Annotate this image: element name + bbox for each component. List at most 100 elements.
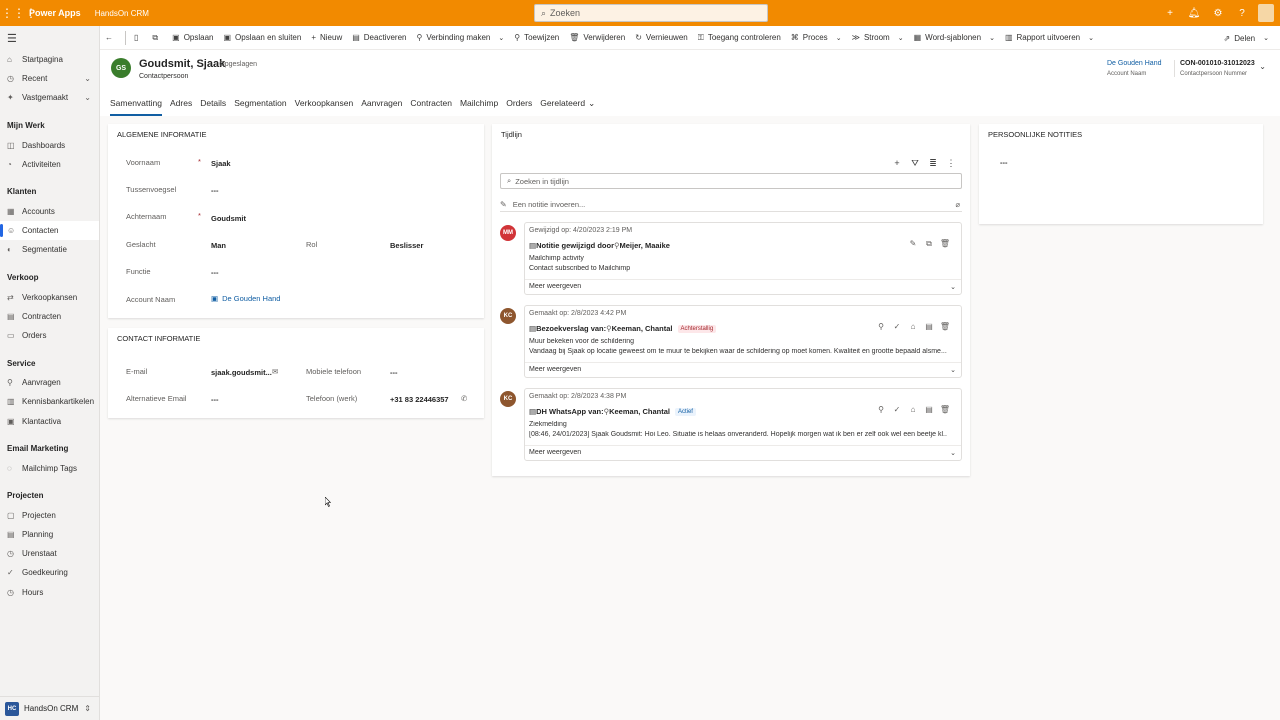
- header-account-value[interactable]: De Gouden Hand: [1107, 60, 1161, 67]
- toegang-controleren-button[interactable]: ⚿ Toegang controleren: [693, 26, 786, 50]
- sidebar-item-recent[interactable]: ◷ Recent ⌄: [0, 69, 99, 88]
- verwijderen-button[interactable]: 🗑︎ Verwijderen: [564, 26, 630, 50]
- show-more-link[interactable]: Meer weergeven ⌄: [525, 279, 961, 293]
- app-name[interactable]: HandsOn CRM: [95, 9, 149, 18]
- sidebar-item-urenstaat[interactable]: ◷ Urenstaat: [0, 544, 99, 563]
- open-record-icon[interactable]: ▤: [921, 405, 937, 414]
- word-sjablonen-button[interactable]: ▦ Word-sjablonen ⌄: [909, 26, 1000, 50]
- entry-person[interactable]: Meijer, Maaike: [620, 241, 670, 250]
- help-icon[interactable]: ?: [1230, 8, 1254, 19]
- app-switcher[interactable]: HC HandsOn CRM ⇕: [0, 696, 99, 720]
- header-expand-chevron-icon[interactable]: ⌄: [1259, 62, 1266, 71]
- tab-segmentation[interactable]: Segmentation: [234, 94, 286, 112]
- chevron-down-icon[interactable]: ⌄: [989, 34, 995, 42]
- tab-orders[interactable]: Orders: [506, 94, 532, 112]
- tab-verkoopkansen[interactable]: Verkoopkansen: [295, 94, 354, 112]
- sidebar-item-contracten[interactable]: ▤ Contracten: [0, 307, 99, 326]
- sidebar-item-vastgemaakt[interactable]: ✦ Vastgemaakt ⌄: [0, 88, 99, 107]
- close-activity-icon[interactable]: ⌂: [905, 405, 921, 414]
- chevron-down-icon[interactable]: ⌄: [1088, 34, 1094, 42]
- sidebar-item-goedkeuring[interactable]: ✓ Goedkeuring: [0, 563, 99, 582]
- plus-icon[interactable]: +: [1158, 8, 1182, 19]
- paperclip-icon[interactable]: ⌀: [955, 200, 960, 209]
- bell-icon[interactable]: 🔔︎: [1182, 8, 1206, 19]
- tab-gerelateerd[interactable]: Gerelateerd ⌄: [540, 94, 595, 112]
- tab-aanvragen[interactable]: Aanvragen: [361, 94, 402, 112]
- more-options-icon[interactable]: ⋮: [942, 158, 960, 169]
- voornaam-field[interactable]: Sjaak: [211, 159, 231, 168]
- chevron-down-icon[interactable]: ⌄: [950, 366, 956, 374]
- chevron-down-icon[interactable]: ⌄: [84, 93, 91, 102]
- open-record-icon[interactable]: ▤: [921, 322, 937, 331]
- sidebar-item-projecten[interactable]: ▢ Projecten: [0, 506, 99, 525]
- copy-icon[interactable]: ⧉: [921, 239, 937, 249]
- rapport-uitvoeren-button[interactable]: ▥ Rapport uitvoeren ⌄: [1000, 26, 1099, 50]
- rol-field[interactable]: Beslisser: [390, 241, 423, 250]
- assign-icon[interactable]: ⚲: [873, 322, 889, 331]
- send-email-icon[interactable]: ✉: [272, 367, 278, 376]
- brand-label[interactable]: Power Apps: [29, 8, 81, 18]
- chevron-down-icon[interactable]: ⌄: [898, 34, 904, 42]
- chevron-down-icon[interactable]: ⌄: [950, 283, 956, 291]
- sidebar-item-verkoopkansen[interactable]: ⇄ Verkoopkansen: [0, 288, 99, 307]
- trash-icon[interactable]: 🗑︎: [937, 239, 953, 249]
- chevron-down-icon[interactable]: ⌄: [836, 34, 842, 42]
- trash-icon[interactable]: 🗑︎: [937, 322, 953, 331]
- sidebar-item-mailchimp-tags[interactable]: ◌ Mailchimp Tags: [0, 459, 99, 478]
- tab-mailchimp[interactable]: Mailchimp: [460, 94, 498, 112]
- email-field[interactable]: sjaak.goudsmit...: [211, 368, 272, 377]
- sidebar-item-hours[interactable]: ◷ Hours: [0, 583, 99, 602]
- sidebar-item-accounts[interactable]: ▦ Accounts: [0, 202, 99, 221]
- sidebar-item-orders[interactable]: ▭ Orders: [0, 326, 99, 345]
- complete-icon[interactable]: ✓: [889, 322, 905, 331]
- tussenvoegsel-field[interactable]: ---: [211, 186, 219, 195]
- timeline-search-input[interactable]: ⌕ Zoeken in tijdlijn: [500, 173, 962, 189]
- sidebar-item-klantactiva[interactable]: ▣ Klantactiva: [0, 411, 99, 430]
- assign-icon[interactable]: ⚲: [873, 405, 889, 414]
- sidebar-item-activiteiten[interactable]: ◔ Activiteiten: [0, 155, 99, 174]
- tab-contracten[interactable]: Contracten: [410, 94, 452, 112]
- user-avatar[interactable]: [1258, 4, 1274, 22]
- functie-field[interactable]: ---: [211, 268, 219, 277]
- entry-person[interactable]: Keeman, Chantal: [609, 407, 670, 416]
- chevron-down-icon[interactable]: ⌄: [950, 449, 956, 457]
- phone-field[interactable]: +31 83 22446357: [390, 395, 449, 404]
- hamburger-icon[interactable]: ☰: [0, 26, 99, 50]
- entry-person[interactable]: Keeman, Chantal: [612, 324, 673, 333]
- nieuw-button[interactable]: + Nieuw: [306, 26, 347, 50]
- show-more-link[interactable]: Meer weergeven ⌄: [525, 362, 961, 376]
- note-input[interactable]: ✎ Een notitie invoeren... ⌀: [500, 198, 962, 212]
- opslaan-button[interactable]: ▣ Opslaan: [167, 26, 218, 50]
- complete-icon[interactable]: ✓: [889, 405, 905, 414]
- sidebar-item-aanvragen[interactable]: ⚲ Aanvragen: [0, 373, 99, 392]
- stroom-button[interactable]: ≫ Stroom ⌄: [847, 26, 909, 50]
- tab-samenvatting[interactable]: Samenvatting: [110, 94, 162, 116]
- header-field-account[interactable]: De Gouden Hand Account Naam: [1107, 60, 1161, 77]
- phone-icon[interactable]: ✆: [461, 394, 467, 403]
- popout-button[interactable]: ⧉: [147, 26, 167, 50]
- share-button[interactable]: ⇗ Delen ⌄: [1219, 26, 1274, 50]
- achternaam-field[interactable]: Goudsmit: [211, 214, 246, 223]
- notes-field[interactable]: ---: [1000, 158, 1008, 167]
- global-search-input[interactable]: ⌕ Zoeken: [534, 4, 768, 22]
- edit-icon[interactable]: ✎: [905, 239, 921, 249]
- opslaan-en-sluiten-button[interactable]: ▣ Opslaan en sluiten: [218, 26, 306, 50]
- tab-adres[interactable]: Adres: [170, 94, 192, 112]
- app-launcher-icon[interactable]: ⋮⋮⋮: [1, 6, 37, 20]
- verbinding-maken-button[interactable]: ⚲ Verbinding maken ⌄: [411, 26, 509, 50]
- account-lookup[interactable]: ▣ De Gouden Hand: [211, 294, 280, 303]
- add-icon[interactable]: +: [888, 158, 906, 169]
- geslacht-field[interactable]: Man: [211, 241, 226, 250]
- sidebar-item-startpagina[interactable]: ⌂ Startpagina: [0, 50, 99, 69]
- form-view-button[interactable]: ▯: [129, 26, 147, 50]
- gear-icon[interactable]: ⚙: [1206, 8, 1230, 19]
- deactiveren-button[interactable]: ▤ Deactiveren: [347, 26, 411, 50]
- chevron-down-icon[interactable]: ⌄: [498, 34, 504, 42]
- proces-button[interactable]: ⌘ Proces ⌄: [786, 26, 847, 50]
- back-button[interactable]: ←: [100, 26, 122, 50]
- alt-email-field[interactable]: ---: [211, 395, 219, 404]
- close-activity-icon[interactable]: ⌂: [905, 322, 921, 331]
- chevron-down-icon[interactable]: ⌄: [84, 74, 91, 83]
- sidebar-item-segmentatie[interactable]: ◐ Segmentatie: [0, 240, 99, 259]
- account-link[interactable]: De Gouden Hand: [222, 294, 280, 303]
